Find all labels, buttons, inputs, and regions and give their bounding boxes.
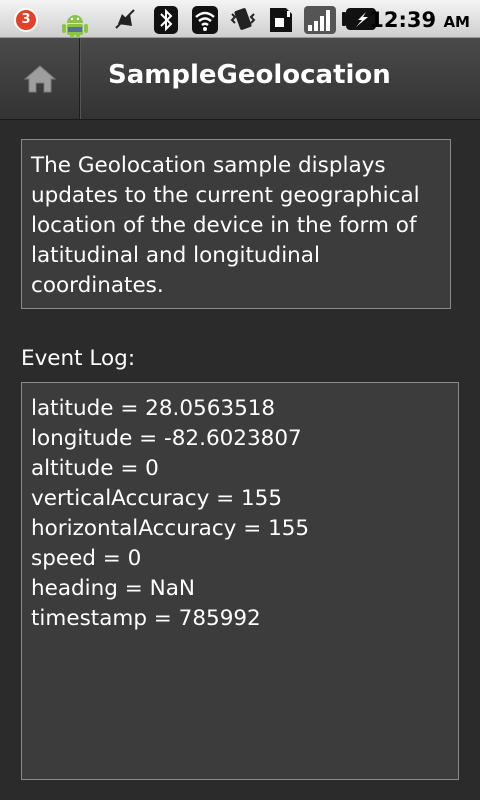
page-title: SampleGeolocation [108,60,391,90]
title-divider [80,38,81,119]
home-button[interactable] [0,38,80,119]
notification-badge-icon: 3 [14,8,38,32]
log-line-horizontal-accuracy: horizontalAccuracy = 155 [31,516,310,541]
log-line-vertical-accuracy: verticalAccuracy = 155 [31,486,283,511]
log-line-speed: speed = 0 [31,546,142,571]
event-log-label: Event Log: [21,346,136,371]
home-icon [23,64,56,92]
clock-time: 12:39 [369,8,437,32]
log-line-heading: heading = NaN [31,576,195,601]
event-log[interactable]: latitude = 28.0563518 longitude = -82.60… [21,382,459,780]
status-clock: 12:39 AM [369,8,470,32]
sim-data-icon [270,8,292,32]
log-line-timestamp: timestamp = 785992 [31,606,261,631]
log-line-longitude: longitude = -82.6023807 [31,426,302,451]
status-bar: 3 12:39 AM [0,0,480,40]
bluetooth-icon [154,6,178,34]
wifi-icon [192,6,218,34]
log-line-latitude: latitude = 28.0563518 [31,396,276,421]
silent-mode-icon [115,9,135,29]
signal-strength-icon [304,6,336,34]
app-title-bar: SampleGeolocation [0,38,480,120]
vibrate-icon [230,8,256,30]
description-text: The Geolocation sample displays updates … [21,139,451,309]
android-robot-icon [62,15,88,40]
notification-area[interactable]: 3 [14,6,88,40]
log-line-altitude: altitude = 0 [31,456,159,481]
clock-ampm: AM [443,13,470,31]
